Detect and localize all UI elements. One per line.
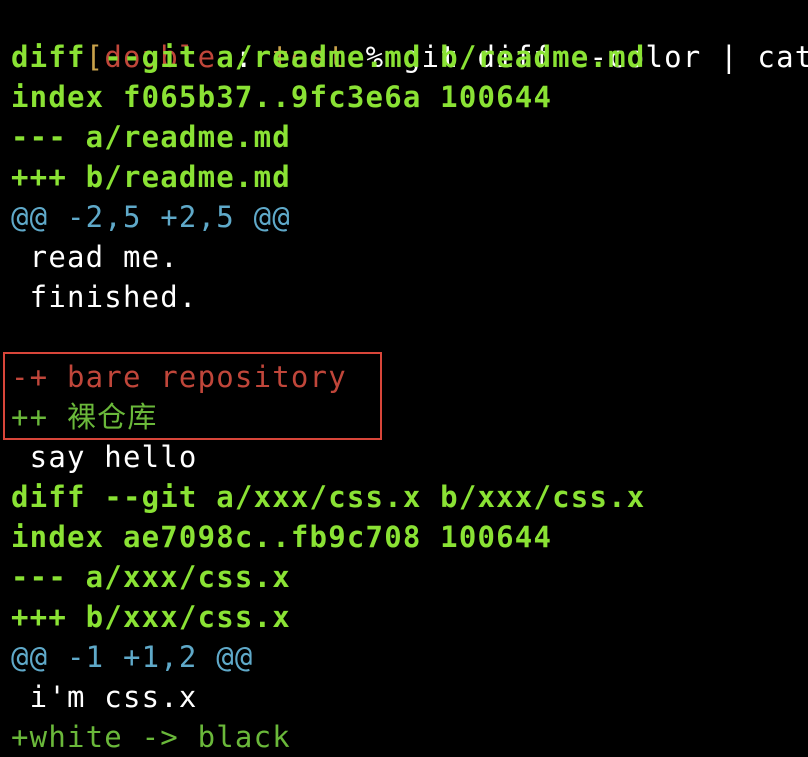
diff-header-line: diff --git a/readme.md b/readme.md bbox=[11, 40, 646, 74]
context-line: read me. bbox=[11, 240, 179, 274]
diff-new-file-line: +++ b/readme.md bbox=[11, 160, 291, 194]
context-line: finished. bbox=[11, 280, 198, 314]
prompt-line: [double : test % git diff --color | cat bbox=[11, 0, 808, 74]
hunk-header-line: @@ -1 +1,2 @@ bbox=[11, 640, 254, 674]
diff-index-line: index ae7098c..fb9c708 100644 bbox=[11, 520, 553, 554]
diff-old-file-line: --- a/xxx/css.x bbox=[11, 560, 291, 594]
diff-old-file-line: --- a/readme.md bbox=[11, 120, 291, 154]
hunk-header-line: @@ -2,5 +2,5 @@ bbox=[11, 200, 291, 234]
added-line: +white -> black bbox=[11, 720, 291, 754]
highlight-annotation-box bbox=[3, 352, 382, 440]
terminal-window[interactable]: [double : test % git diff --color | cat … bbox=[0, 0, 808, 754]
context-line: say hello bbox=[11, 440, 198, 474]
diff-index-line: index f065b37..9fc3e6a 100644 bbox=[11, 80, 553, 114]
context-line: i'm css.x bbox=[11, 680, 198, 714]
diff-new-file-line: +++ b/xxx/css.x bbox=[11, 600, 291, 634]
diff-header-line: diff --git a/xxx/css.x b/xxx/css.x bbox=[11, 480, 646, 514]
